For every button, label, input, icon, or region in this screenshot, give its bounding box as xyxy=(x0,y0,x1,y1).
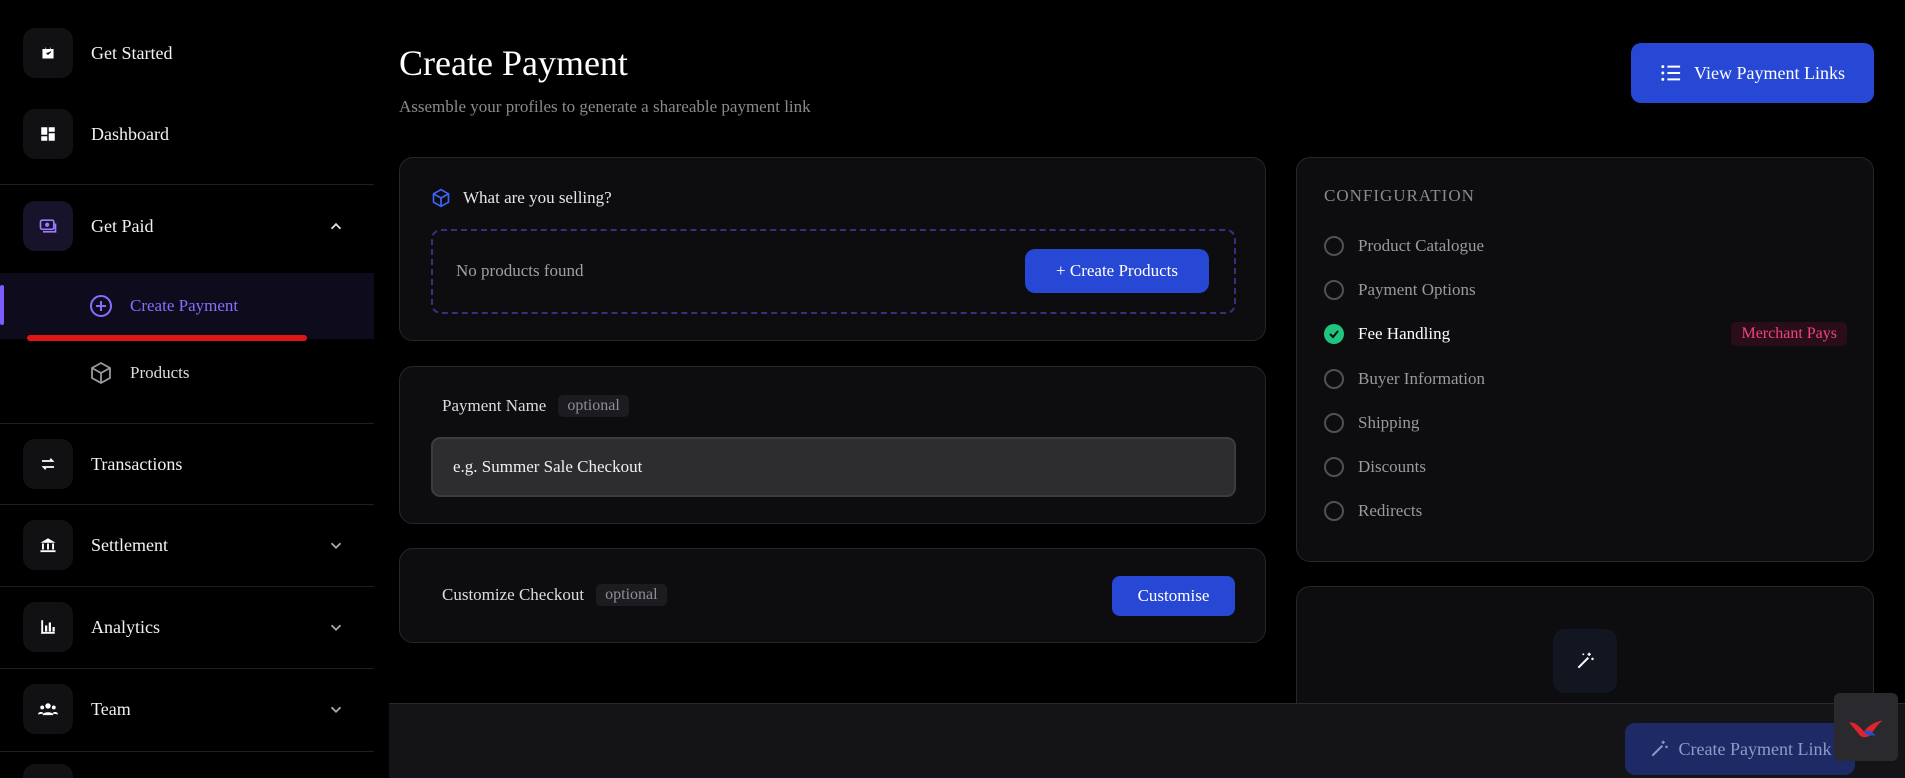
config-item-product-catalogue[interactable]: Product Catalogue xyxy=(1324,231,1847,261)
config-item-label: Fee Handling xyxy=(1358,324,1451,343)
bank-icon xyxy=(23,520,73,570)
divider xyxy=(0,751,374,752)
config-item-label: Payment Options xyxy=(1358,280,1476,299)
chevron-down-icon xyxy=(330,706,342,713)
payment-name-card: Payment Name optional xyxy=(399,366,1266,524)
configuration-panel: CONFIGURATION Product Catalogue Payment … xyxy=(1296,157,1874,562)
nav-label: Settlement xyxy=(91,534,168,555)
pending-circle-icon xyxy=(1324,369,1344,389)
pending-circle-icon xyxy=(1324,413,1344,433)
nav-get-started[interactable]: Get Started xyxy=(0,27,374,79)
list-icon xyxy=(1661,65,1681,81)
chevron-down-icon xyxy=(330,624,342,631)
config-item-fee-handling[interactable]: Fee Handling Merchant Pays xyxy=(1324,319,1847,349)
chat-widget-button[interactable] xyxy=(1834,693,1898,761)
no-products-text: No products found xyxy=(456,261,584,280)
config-item-payment-options[interactable]: Payment Options xyxy=(1324,275,1847,305)
divider xyxy=(0,504,374,505)
pending-circle-icon xyxy=(1324,236,1344,256)
optional-badge: optional xyxy=(596,584,667,606)
customize-checkout-label-text: Customize Checkout xyxy=(442,585,585,604)
configuration-title: CONFIGURATION xyxy=(1324,186,1475,205)
config-item-label: Product Catalogue xyxy=(1358,236,1485,255)
page-title: Create Payment xyxy=(399,43,628,83)
payment-name-label: Payment Name optional xyxy=(442,395,629,417)
cube-icon xyxy=(432,188,450,208)
divider xyxy=(0,423,374,424)
pending-circle-icon xyxy=(1324,457,1344,477)
briefcase-icon xyxy=(23,28,73,78)
chevron-up-icon xyxy=(330,222,342,230)
chevron-down-icon xyxy=(330,542,342,549)
view-payment-links-label: View Payment Links xyxy=(1694,62,1845,83)
config-item-label: Shipping xyxy=(1358,413,1420,432)
divider xyxy=(0,668,374,669)
create-payment-link-button[interactable]: Create Payment Link xyxy=(1625,723,1855,775)
nav-team[interactable]: Team xyxy=(0,683,374,735)
selling-card: What are you selling? No products found … xyxy=(399,157,1266,341)
money-icon xyxy=(23,201,73,251)
config-item-discounts[interactable]: Discounts xyxy=(1324,452,1847,482)
page-subtitle: Assemble your profiles to generate a sha… xyxy=(399,97,811,116)
divider xyxy=(0,586,374,587)
payment-name-label-text: Payment Name xyxy=(442,396,547,415)
config-item-label: Buyer Information xyxy=(1358,369,1485,388)
selling-heading: What are you selling? xyxy=(431,188,612,208)
create-products-button[interactable]: + Create Products xyxy=(1025,249,1209,293)
config-item-redirects[interactable]: Redirects xyxy=(1324,496,1847,526)
box-icon xyxy=(91,361,111,385)
team-icon xyxy=(23,684,73,734)
nav-transactions[interactable]: Transactions xyxy=(0,438,374,490)
magic-wand-icon xyxy=(1553,629,1617,693)
optional-badge: optional xyxy=(558,395,629,417)
products-dropzone: No products found + Create Products xyxy=(431,229,1236,314)
pending-circle-icon xyxy=(1324,280,1344,300)
nav-analytics[interactable]: Analytics xyxy=(0,601,374,653)
sidebar-item-label: Create Payment xyxy=(130,296,239,315)
config-item-label: Redirects xyxy=(1358,501,1423,520)
merchant-pays-badge: Merchant Pays xyxy=(1731,322,1847,346)
config-item-label: Discounts xyxy=(1358,457,1426,476)
nav-label: Get Started xyxy=(91,42,173,63)
more-nav-icon[interactable] xyxy=(23,764,73,778)
create-payment-link-label: Create Payment Link xyxy=(1678,738,1832,759)
customize-checkout-card: Customize Checkout optional Customise xyxy=(399,548,1266,643)
dashboard-icon xyxy=(23,109,73,159)
config-item-buyer-information[interactable]: Buyer Information xyxy=(1324,364,1847,394)
magic-wand-icon xyxy=(1651,740,1668,757)
nav-label: Dashboard xyxy=(91,123,169,144)
nav-get-paid[interactable]: Get Paid xyxy=(0,200,374,252)
customize-checkout-label: Customize Checkout optional xyxy=(442,584,667,606)
arrows-exchange-icon xyxy=(23,439,73,489)
selling-heading-text: What are you selling? xyxy=(463,188,612,207)
check-circle-icon xyxy=(1324,324,1344,344)
nav-label: Transactions xyxy=(91,453,183,474)
active-indicator xyxy=(0,285,4,325)
nav-label: Team xyxy=(91,698,131,719)
nav-label: Get Paid xyxy=(91,215,154,236)
divider xyxy=(0,184,374,185)
bar-chart-icon xyxy=(23,602,73,652)
pending-circle-icon xyxy=(1324,501,1344,521)
nav-dashboard[interactable]: Dashboard xyxy=(0,108,374,160)
sidebar-item-label: Products xyxy=(130,363,190,382)
bird-logo-icon xyxy=(1849,720,1883,738)
config-item-shipping[interactable]: Shipping xyxy=(1324,408,1847,438)
nav-label: Analytics xyxy=(91,616,160,637)
view-payment-links-button[interactable]: View Payment Links xyxy=(1631,43,1874,103)
customise-button[interactable]: Customise xyxy=(1112,576,1235,616)
plus-circle-icon xyxy=(90,295,112,317)
sidebar-item-create-payment[interactable]: Create Payment xyxy=(0,273,374,339)
payment-name-input[interactable] xyxy=(431,437,1236,497)
sidebar-item-products[interactable]: Products xyxy=(0,340,374,406)
nav-settlement[interactable]: Settlement xyxy=(0,519,374,571)
sidebar: Get Started Dashboard Get Paid Create Pa… xyxy=(0,0,374,778)
